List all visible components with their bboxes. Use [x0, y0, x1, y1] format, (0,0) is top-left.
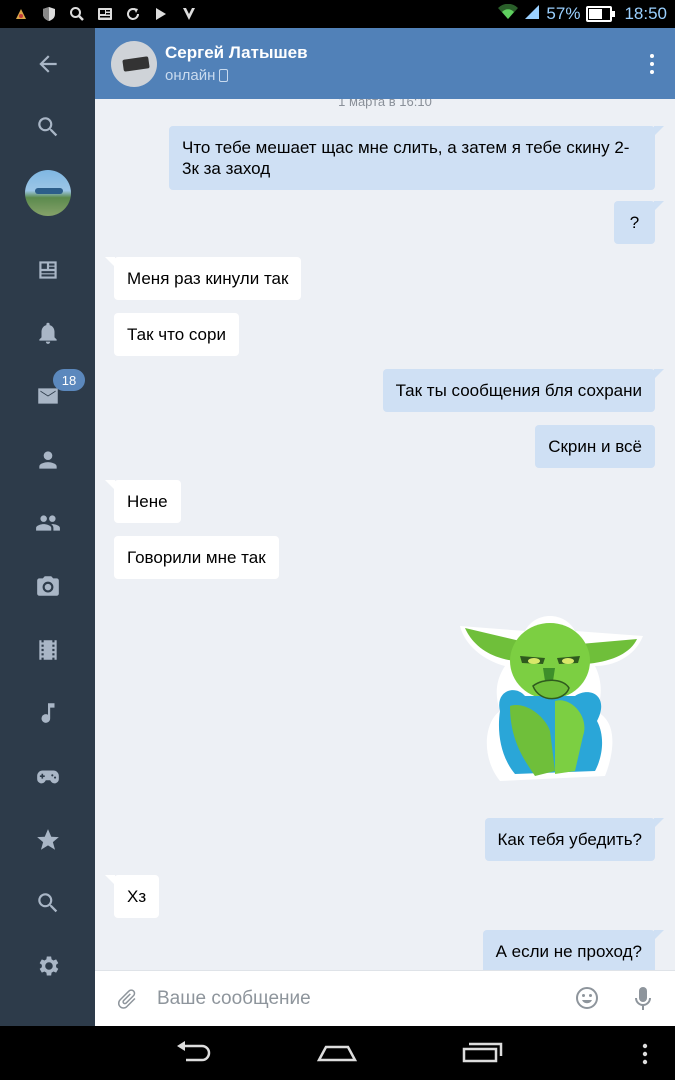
- news-icon: [96, 6, 114, 22]
- emoji-icon[interactable]: [575, 986, 599, 1010]
- notification-app-icon: [12, 6, 30, 22]
- mobile-phone-icon: [219, 69, 229, 82]
- person-icon: [38, 451, 57, 469]
- message-outgoing[interactable]: А если не проход?: [482, 930, 665, 970]
- sticker-yoda[interactable]: [455, 606, 645, 786]
- sidebar-item-music[interactable]: [0, 688, 95, 738]
- message-outgoing[interactable]: Как тебя убедить?: [484, 818, 664, 861]
- people-icon: [35, 515, 60, 531]
- message-list[interactable]: 1 марта в 16:10 Что тебе мешает щас мне …: [95, 99, 675, 970]
- sidebar-item-search[interactable]: [0, 102, 95, 152]
- search-icon: [68, 6, 86, 22]
- battery-icon: [586, 6, 616, 22]
- camera-icon: [36, 576, 59, 596]
- profile-avatar: [24, 170, 71, 216]
- message-input[interactable]: Ваше сообщение: [157, 988, 311, 1010]
- bell-icon: [38, 322, 57, 344]
- back-nav-icon[interactable]: [174, 1040, 214, 1066]
- chat-header: Сергей Латышев онлайн: [95, 28, 675, 99]
- sidebar-item-communities[interactable]: [0, 498, 95, 548]
- microphone-icon[interactable]: [633, 986, 653, 1012]
- system-nav-bar: [0, 1026, 675, 1080]
- nike-logo: [122, 55, 150, 72]
- sidebar-item-search-2[interactable]: [0, 878, 95, 928]
- message-outgoing[interactable]: Скрин и всё: [535, 425, 655, 468]
- dot-icon: [650, 62, 654, 66]
- signal-icon: [524, 4, 540, 25]
- menu-nav-icon[interactable]: [640, 1043, 650, 1065]
- more-options-button[interactable]: [649, 54, 655, 74]
- back-button[interactable]: [0, 39, 95, 89]
- wifi-icon: [498, 3, 519, 25]
- contact-name[interactable]: Сергей Латышев: [165, 43, 308, 63]
- home-nav-icon[interactable]: [316, 1040, 358, 1066]
- news-icon: [38, 261, 57, 279]
- dot-icon: [650, 54, 654, 58]
- recents-nav-icon[interactable]: [461, 1040, 503, 1066]
- message-incoming[interactable]: Нене: [105, 480, 181, 523]
- music-icon: [41, 703, 54, 723]
- gear-icon: [39, 956, 58, 976]
- clock: 18:50: [624, 4, 667, 23]
- battery-percent: 57%: [546, 4, 581, 23]
- back-arrow-icon: [38, 55, 57, 73]
- contact-status: онлайн: [165, 67, 308, 84]
- attach-icon[interactable]: [115, 987, 139, 1011]
- sidebar-item-games[interactable]: [0, 752, 95, 802]
- message-composer: Ваше сообщение: [95, 970, 675, 1027]
- film-icon: [38, 640, 57, 660]
- search-icon: [37, 117, 57, 137]
- store-icon: [180, 6, 198, 22]
- date-separator: 1 марта в 16:10: [338, 99, 432, 109]
- online-status-text: онлайн: [165, 67, 216, 84]
- contact-avatar[interactable]: [111, 40, 157, 87]
- play-icon: [152, 6, 170, 22]
- sidebar-item-bookmarks[interactable]: [0, 815, 95, 865]
- search-icon: [37, 893, 57, 913]
- sidebar-item-news[interactable]: [0, 245, 95, 295]
- sidebar-item-settings[interactable]: [0, 941, 95, 991]
- sync-icon: [124, 6, 142, 22]
- message-outgoing[interactable]: Так ты сообщения бля сохрани: [382, 369, 665, 412]
- shield-icon: [40, 6, 58, 22]
- sidebar-item-photos[interactable]: [0, 561, 95, 611]
- status-bar: 57% 18:50: [0, 0, 675, 28]
- dot-icon: [650, 70, 654, 74]
- message-outgoing[interactable]: Что тебе мешает щас мне слить, а затем я…: [169, 126, 664, 190]
- message-incoming[interactable]: Меня раз кинули так: [104, 257, 302, 300]
- sidebar: 18: [0, 28, 95, 1026]
- unread-badge: 18: [53, 369, 85, 391]
- sidebar-item-videos[interactable]: [0, 625, 95, 675]
- gamepad-icon: [36, 770, 59, 784]
- message-outgoing[interactable]: ?: [614, 201, 664, 244]
- message-incoming[interactable]: Так что сори: [114, 313, 239, 356]
- sidebar-item-friends[interactable]: [0, 435, 95, 485]
- message-incoming[interactable]: Говорили мне так: [114, 536, 279, 579]
- message-incoming[interactable]: Хз: [104, 875, 160, 918]
- star-icon: [36, 829, 59, 850]
- sidebar-item-notifications[interactable]: [0, 308, 95, 358]
- sidebar-item-profile[interactable]: [0, 168, 95, 218]
